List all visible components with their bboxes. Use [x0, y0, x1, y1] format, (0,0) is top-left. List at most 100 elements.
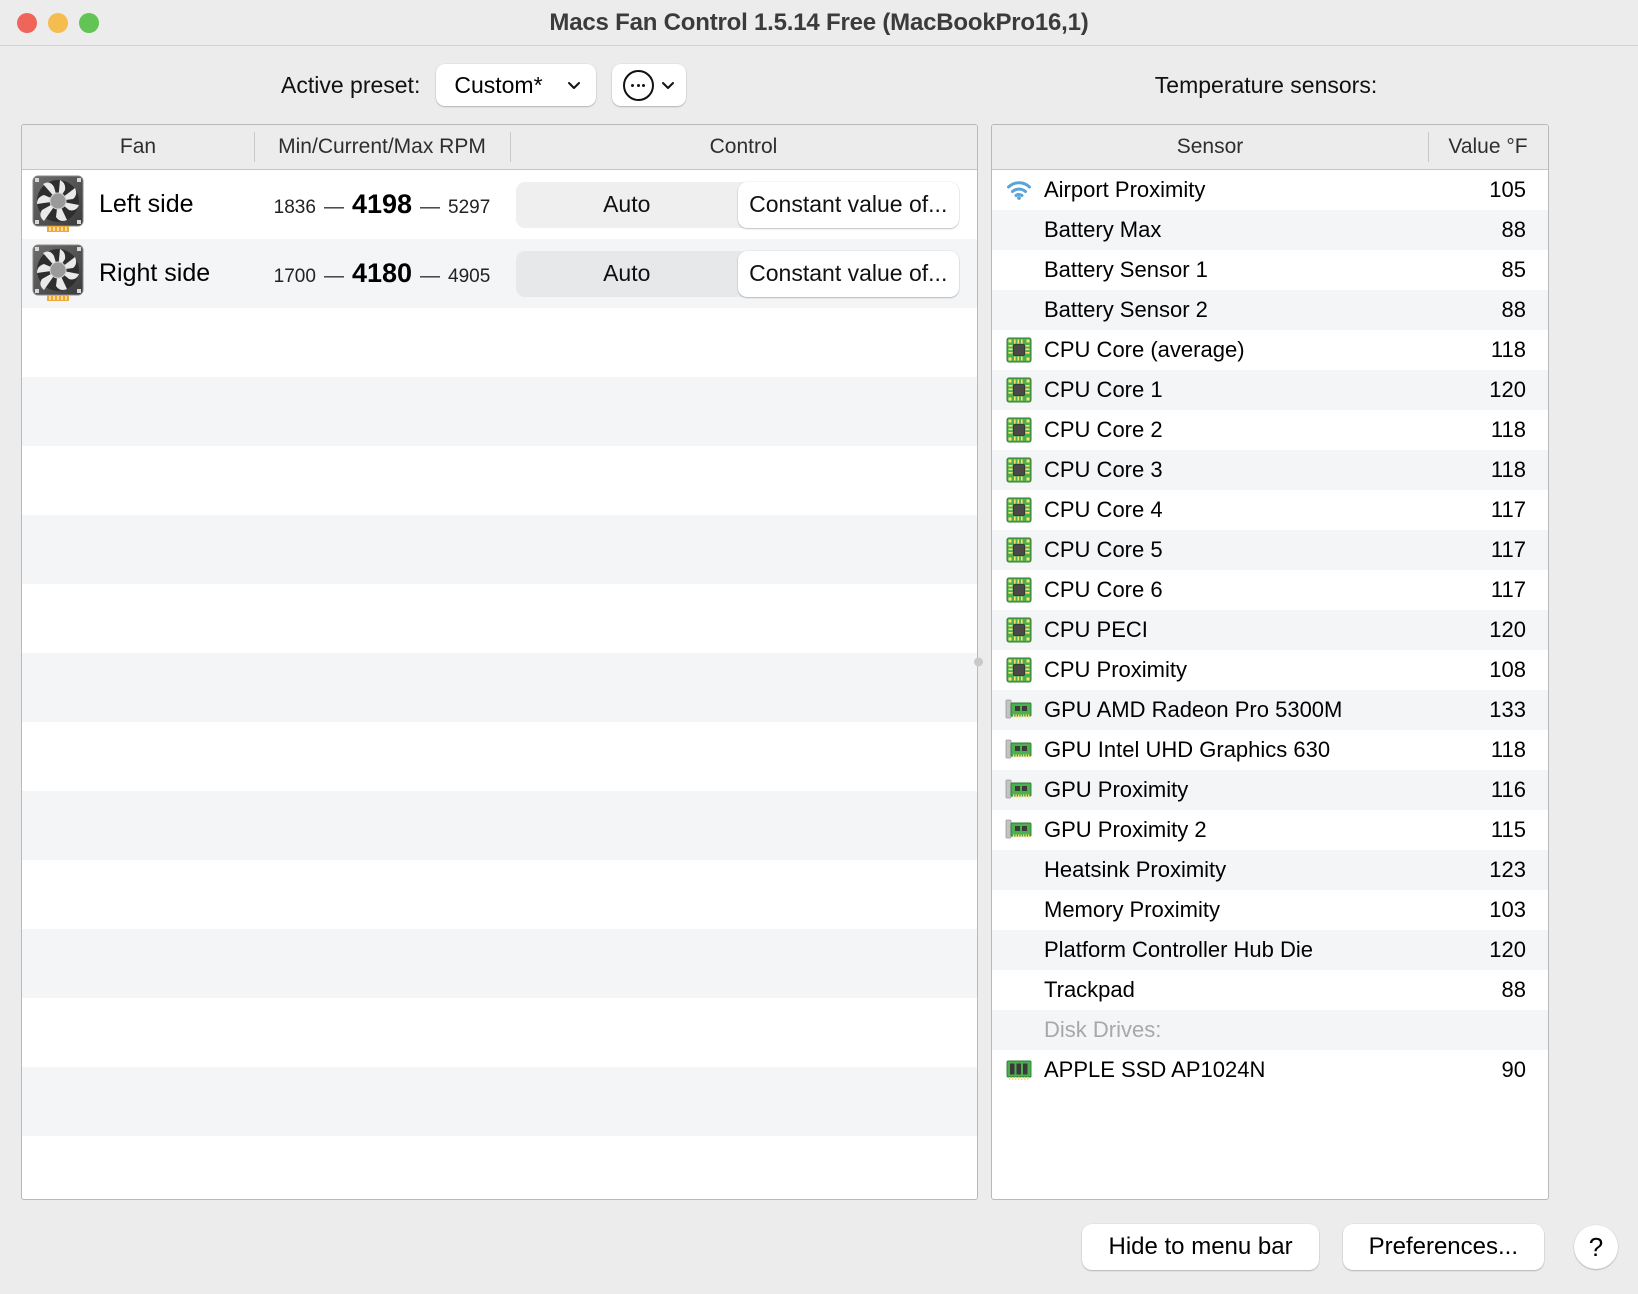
- sensor-row[interactable]: Airport Proximity105: [992, 170, 1548, 210]
- sensor-name-cell: CPU Core 5: [992, 537, 1428, 563]
- sensor-name: CPU Core 3: [1044, 457, 1163, 483]
- fan-table-empty-row: [22, 653, 977, 722]
- chevron-down-icon: [566, 77, 582, 93]
- sensor-name: CPU PECI: [1044, 617, 1148, 643]
- gpu-icon: [1004, 697, 1034, 723]
- sensor-row[interactable]: CPU Core 5117: [992, 530, 1548, 570]
- sensor-name-cell: Platform Controller Hub Die: [992, 937, 1428, 963]
- fan-name: Right side: [99, 259, 210, 288]
- sensor-row[interactable]: APPLE SSD AP1024N90: [992, 1050, 1548, 1090]
- control-column-header[interactable]: Control: [510, 125, 977, 169]
- sensor-row[interactable]: Trackpad88: [992, 970, 1548, 1010]
- sensor-row[interactable]: CPU Core 4117: [992, 490, 1548, 530]
- sensor-value: 118: [1428, 737, 1548, 763]
- help-button[interactable]: ?: [1574, 1225, 1618, 1269]
- preset-menu-button[interactable]: [612, 64, 686, 106]
- sensor-icon-placeholder: [1004, 977, 1034, 1003]
- sensor-name-cell: Battery Sensor 2: [992, 297, 1428, 323]
- rpm-separator: —: [324, 265, 344, 288]
- sensor-row[interactable]: GPU Intel UHD Graphics 630118: [992, 730, 1548, 770]
- cpu-icon: [1004, 617, 1034, 643]
- sensor-icon-placeholder: [1004, 297, 1034, 323]
- rpm-separator: —: [420, 265, 440, 288]
- wifi-icon: [1006, 180, 1032, 200]
- sensor-name-cell: Battery Sensor 1: [992, 257, 1428, 283]
- fan-rpm-max: 5297: [448, 197, 490, 219]
- sensor-table-header: Sensor Value °F: [992, 125, 1548, 170]
- fan-table-empty-row: [22, 308, 977, 377]
- sensor-name: APPLE SSD AP1024N: [1044, 1057, 1265, 1083]
- sensor-row[interactable]: Battery Max88: [992, 210, 1548, 250]
- sensor-name: GPU Proximity 2: [1044, 817, 1207, 843]
- sensor-name-cell: CPU Core 2: [992, 417, 1428, 443]
- preset-dropdown[interactable]: Custom*: [436, 64, 596, 106]
- close-button[interactable]: [17, 13, 37, 33]
- rpm-separator: —: [324, 196, 344, 219]
- sensor-icon-placeholder: [1004, 257, 1034, 283]
- cpu-icon: [1004, 417, 1034, 443]
- gpu-icon: [1004, 777, 1034, 803]
- sensor-row[interactable]: CPU Core 1120: [992, 370, 1548, 410]
- window-title: Macs Fan Control 1.5.14 Free (MacBookPro…: [0, 9, 1638, 37]
- rpm-column-header[interactable]: Min/Current/Max RPM: [254, 125, 510, 169]
- sensor-row[interactable]: CPU Core 3118: [992, 450, 1548, 490]
- fan-table-header: Fan Min/Current/Max RPM Control: [22, 125, 977, 170]
- sensor-name: Airport Proximity: [1044, 177, 1205, 203]
- sensor-column-header[interactable]: Sensor: [992, 125, 1428, 169]
- sensor-value: 85: [1428, 257, 1548, 283]
- value-column-header[interactable]: Value °F: [1428, 125, 1548, 169]
- sensor-icon-placeholder: [1004, 1017, 1034, 1043]
- fan-rpm-min: 1700: [274, 266, 316, 288]
- traffic-light-group: [17, 13, 99, 33]
- sensor-row[interactable]: GPU Proximity116: [992, 770, 1548, 810]
- fan-control-cell: AutoConstant value of...: [510, 182, 977, 228]
- fan-control-segmented[interactable]: AutoConstant value of...: [516, 182, 959, 228]
- fan-control-constant-option[interactable]: Constant value of...: [738, 182, 960, 228]
- sensor-row[interactable]: GPU AMD Radeon Pro 5300M133: [992, 690, 1548, 730]
- hide-to-menu-bar-button[interactable]: Hide to menu bar: [1082, 1224, 1318, 1270]
- sensor-row[interactable]: Heatsink Proximity123: [992, 850, 1548, 890]
- fan-control-constant-option[interactable]: Constant value of...: [738, 251, 960, 297]
- maximize-button[interactable]: [79, 13, 99, 33]
- sensor-row[interactable]: Platform Controller Hub Die120: [992, 930, 1548, 970]
- sensor-name: GPU Proximity: [1044, 777, 1188, 803]
- sensor-row[interactable]: CPU Core (average)118: [992, 330, 1548, 370]
- fan-rpm-max: 4905: [448, 266, 490, 288]
- sensor-name-cell: CPU Core (average): [992, 337, 1428, 363]
- minimize-button[interactable]: [48, 13, 68, 33]
- fan-table-empty-row: [22, 860, 977, 929]
- fan-control-segmented[interactable]: AutoConstant value of...: [516, 251, 959, 297]
- sensor-row[interactable]: CPU PECI120: [992, 610, 1548, 650]
- gpu-icon: [1005, 819, 1033, 841]
- sensor-name-cell: Memory Proximity: [992, 897, 1428, 923]
- sensor-name-cell: CPU Core 1: [992, 377, 1428, 403]
- sensor-name: CPU Core 1: [1044, 377, 1163, 403]
- sensor-name: Trackpad: [1044, 977, 1135, 1003]
- sensor-row[interactable]: Battery Sensor 185: [992, 250, 1548, 290]
- panel-split-handle[interactable]: [974, 658, 983, 667]
- cpu-icon: [1004, 657, 1034, 683]
- sensor-row[interactable]: CPU Core 2118: [992, 410, 1548, 450]
- fan-row[interactable]: Left side1836—4198—5297AutoConstant valu…: [22, 170, 977, 239]
- fan-control-auto-option[interactable]: Auto: [516, 182, 738, 228]
- gpu-icon: [1005, 779, 1033, 801]
- sensor-name-cell: CPU Proximity: [992, 657, 1428, 683]
- sensor-row[interactable]: Memory Proximity103: [992, 890, 1548, 930]
- fan-table-empty-row: [22, 377, 977, 446]
- preset-group: Active preset: Custom*: [281, 64, 686, 106]
- sensor-name-cell: Trackpad: [992, 977, 1428, 1003]
- sensor-icon-placeholder: [1004, 937, 1034, 963]
- fan-control-auto-option[interactable]: Auto: [516, 251, 738, 297]
- fan-table-empty-row: [22, 584, 977, 653]
- sensor-row[interactable]: Battery Sensor 288: [992, 290, 1548, 330]
- preferences-button[interactable]: Preferences...: [1343, 1224, 1544, 1270]
- fan-table-empty-row: [22, 929, 977, 998]
- fan-row[interactable]: Right side1700—4180—4905AutoConstant val…: [22, 239, 977, 308]
- sensor-value: 117: [1428, 497, 1548, 523]
- sensor-row[interactable]: CPU Proximity108: [992, 650, 1548, 690]
- fan-rpm-cell: 1836—4198—5297: [254, 189, 510, 220]
- sensor-row[interactable]: GPU Proximity 2115: [992, 810, 1548, 850]
- fan-column-header[interactable]: Fan: [22, 125, 254, 169]
- sensor-row[interactable]: CPU Core 6117: [992, 570, 1548, 610]
- fan-table-empty-row: [22, 515, 977, 584]
